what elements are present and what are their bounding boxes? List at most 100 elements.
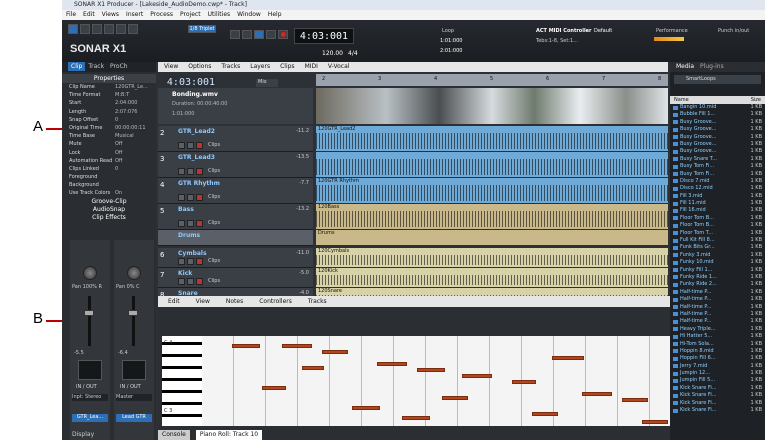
menu-utilities[interactable]: Utilities [208,10,231,20]
ffwd-button[interactable] [266,30,276,39]
mute-button[interactable] [178,194,185,201]
move-tool-button[interactable] [80,24,90,34]
file-item[interactable]: Kick Snare Fi... 1 KB [670,407,765,414]
input-select[interactable]: Master [116,394,152,401]
menu-insert[interactable]: Insert [126,10,143,20]
track-header[interactable]: 2 GTR_Lead2 -11.2 Clips [158,126,313,152]
file-item[interactable]: Busy Groove... 1 KB [670,134,765,141]
property-value[interactable]: On [115,189,151,197]
track-header[interactable]: 6 Cymbals -11.0 Clips [158,248,313,268]
browser-tab-plug-ins[interactable]: Plug-ins [700,62,724,72]
display-menu[interactable]: Display [72,431,94,438]
file-item[interactable]: Busy Tom Fi... 1 KB [670,163,765,170]
file-item[interactable]: Kick Snare Fi... 1 KB [670,400,765,407]
file-item[interactable]: Floor Tom B... 1 KB [670,215,765,222]
section-0[interactable]: Groove-Clip [62,198,156,206]
track-gain[interactable]: -13.5 [296,154,309,160]
track-name[interactable]: GTR_Lead2 [178,128,215,135]
strip-name[interactable]: Lead GTR [116,414,152,422]
file-item[interactable]: Bangin 10.mid 1 KB [670,104,765,111]
file-item[interactable]: Busy Groove... 1 KB [670,148,765,155]
track-menu-view[interactable]: View [164,62,178,72]
track-gain[interactable]: -11.2 [296,128,309,134]
solo-button[interactable] [187,220,194,227]
property-value[interactable]: 00:00:00:11 [115,124,151,132]
section-2[interactable]: Clip Effects [62,214,156,222]
file-item[interactable]: Half-time P... 1 KB [670,311,765,318]
browser-folder[interactable]: SmartLoops [674,75,761,84]
solo-button[interactable] [187,258,194,265]
file-item[interactable]: Half-time P... 1 KB [670,318,765,325]
file-item[interactable]: Funky 3.mid 1 KB [670,252,765,259]
midi-note[interactable] [582,392,612,396]
pr-menu-notes[interactable]: Notes [226,296,243,307]
file-item[interactable]: Fill 16.mid 1 KB [670,207,765,214]
menu-views[interactable]: Views [102,10,119,20]
property-value[interactable]: 0 [115,116,151,124]
file-item[interactable]: Jumpin 12... 1 KB [670,370,765,377]
input-select[interactable]: Inpt: Stereo [72,394,108,401]
clips-label[interactable]: Clips [208,278,220,284]
now-time-display[interactable]: 4:03:001 [294,28,354,44]
track-name[interactable]: Kick [178,270,192,277]
property-value[interactable]: Off [115,140,151,148]
meter-display[interactable]: 4/4 [348,50,358,57]
file-item[interactable]: Kick Snare Fi... 1 KB [670,392,765,399]
file-item[interactable]: Funky 10.mid 1 KB [670,259,765,266]
file-item[interactable]: Hi Hatter 5... 1 KB [670,333,765,340]
midi-note[interactable] [417,368,445,372]
track-menu-clips[interactable]: Clips [280,62,294,72]
menu-help[interactable]: Help [268,10,282,20]
arm-button[interactable] [196,194,203,201]
tempo-display[interactable]: 120.00 [322,50,343,57]
menu-process[interactable]: Process [150,10,173,20]
track-name[interactable]: Cymbals [178,250,207,257]
track-gain[interactable]: -13.2 [296,206,309,212]
track-header[interactable]: 7 Kick -5.0 Clips [158,268,313,288]
property-value[interactable]: 0 [115,165,151,173]
workspace-default[interactable]: Default [594,28,612,34]
midi-note[interactable] [462,374,492,378]
track-header[interactable]: 3 GTR_Lead3 -13.5 Clips [158,152,313,178]
strip-name[interactable]: GTR_Lea... [72,414,108,422]
file-item[interactable]: Full Kit Fill 8... 1 KB [670,237,765,244]
file-item[interactable]: Half-time P... 1 KB [670,296,765,303]
pr-menu-edit[interactable]: Edit [168,296,180,307]
track-header[interactable]: Drums [158,230,313,246]
smart-tool-button[interactable] [128,24,138,34]
file-item[interactable]: Bubble Fill 1... 1 KB [670,111,765,118]
property-value[interactable] [115,181,151,189]
clips-label[interactable]: Clips [208,168,220,174]
clips-label[interactable]: Clips [208,194,220,200]
file-item[interactable]: Jerry 7.mid 1 KB [670,363,765,370]
pr-menu-tracks[interactable]: Tracks [308,296,327,307]
clips-label[interactable]: Clips [208,258,220,264]
arm-button[interactable] [196,168,203,175]
midi-note[interactable] [282,344,312,348]
property-value[interactable]: Musical [115,132,151,140]
arm-button[interactable] [196,258,203,265]
track-menu-options[interactable]: Options [188,62,211,72]
property-value[interactable]: M:B:T [115,91,151,99]
browser-tab-media[interactable]: Media [676,62,694,72]
audio-clip[interactable]: 120Cymbals [316,248,668,267]
audio-clip[interactable]: 120Kick [316,268,668,287]
track-name[interactable]: GTR Rhythm [178,180,220,187]
midi-note[interactable] [402,416,430,420]
file-item[interactable]: Busy Snare T... 1 KB [670,156,765,163]
clips-label[interactable]: Clips [208,220,220,226]
file-item[interactable]: Fill 3.mid 1 KB [670,193,765,200]
property-value[interactable]: 2:07:076 [115,108,151,116]
midi-note[interactable] [262,386,286,390]
audio-clip[interactable]: 120GTR Rhythm [316,178,668,203]
rewind-button[interactable] [230,30,240,39]
midi-note[interactable] [622,398,648,402]
file-item[interactable]: Busy Groove... 1 KB [670,126,765,133]
track-gain[interactable]: -11.0 [296,250,309,256]
arm-button[interactable] [196,220,203,227]
erase-tool-button[interactable] [116,24,126,34]
midi-note[interactable] [232,344,260,348]
pan-knob[interactable] [83,266,97,280]
midi-note[interactable] [322,350,348,354]
file-item[interactable]: Funky Ride 1... 1 KB [670,274,765,281]
